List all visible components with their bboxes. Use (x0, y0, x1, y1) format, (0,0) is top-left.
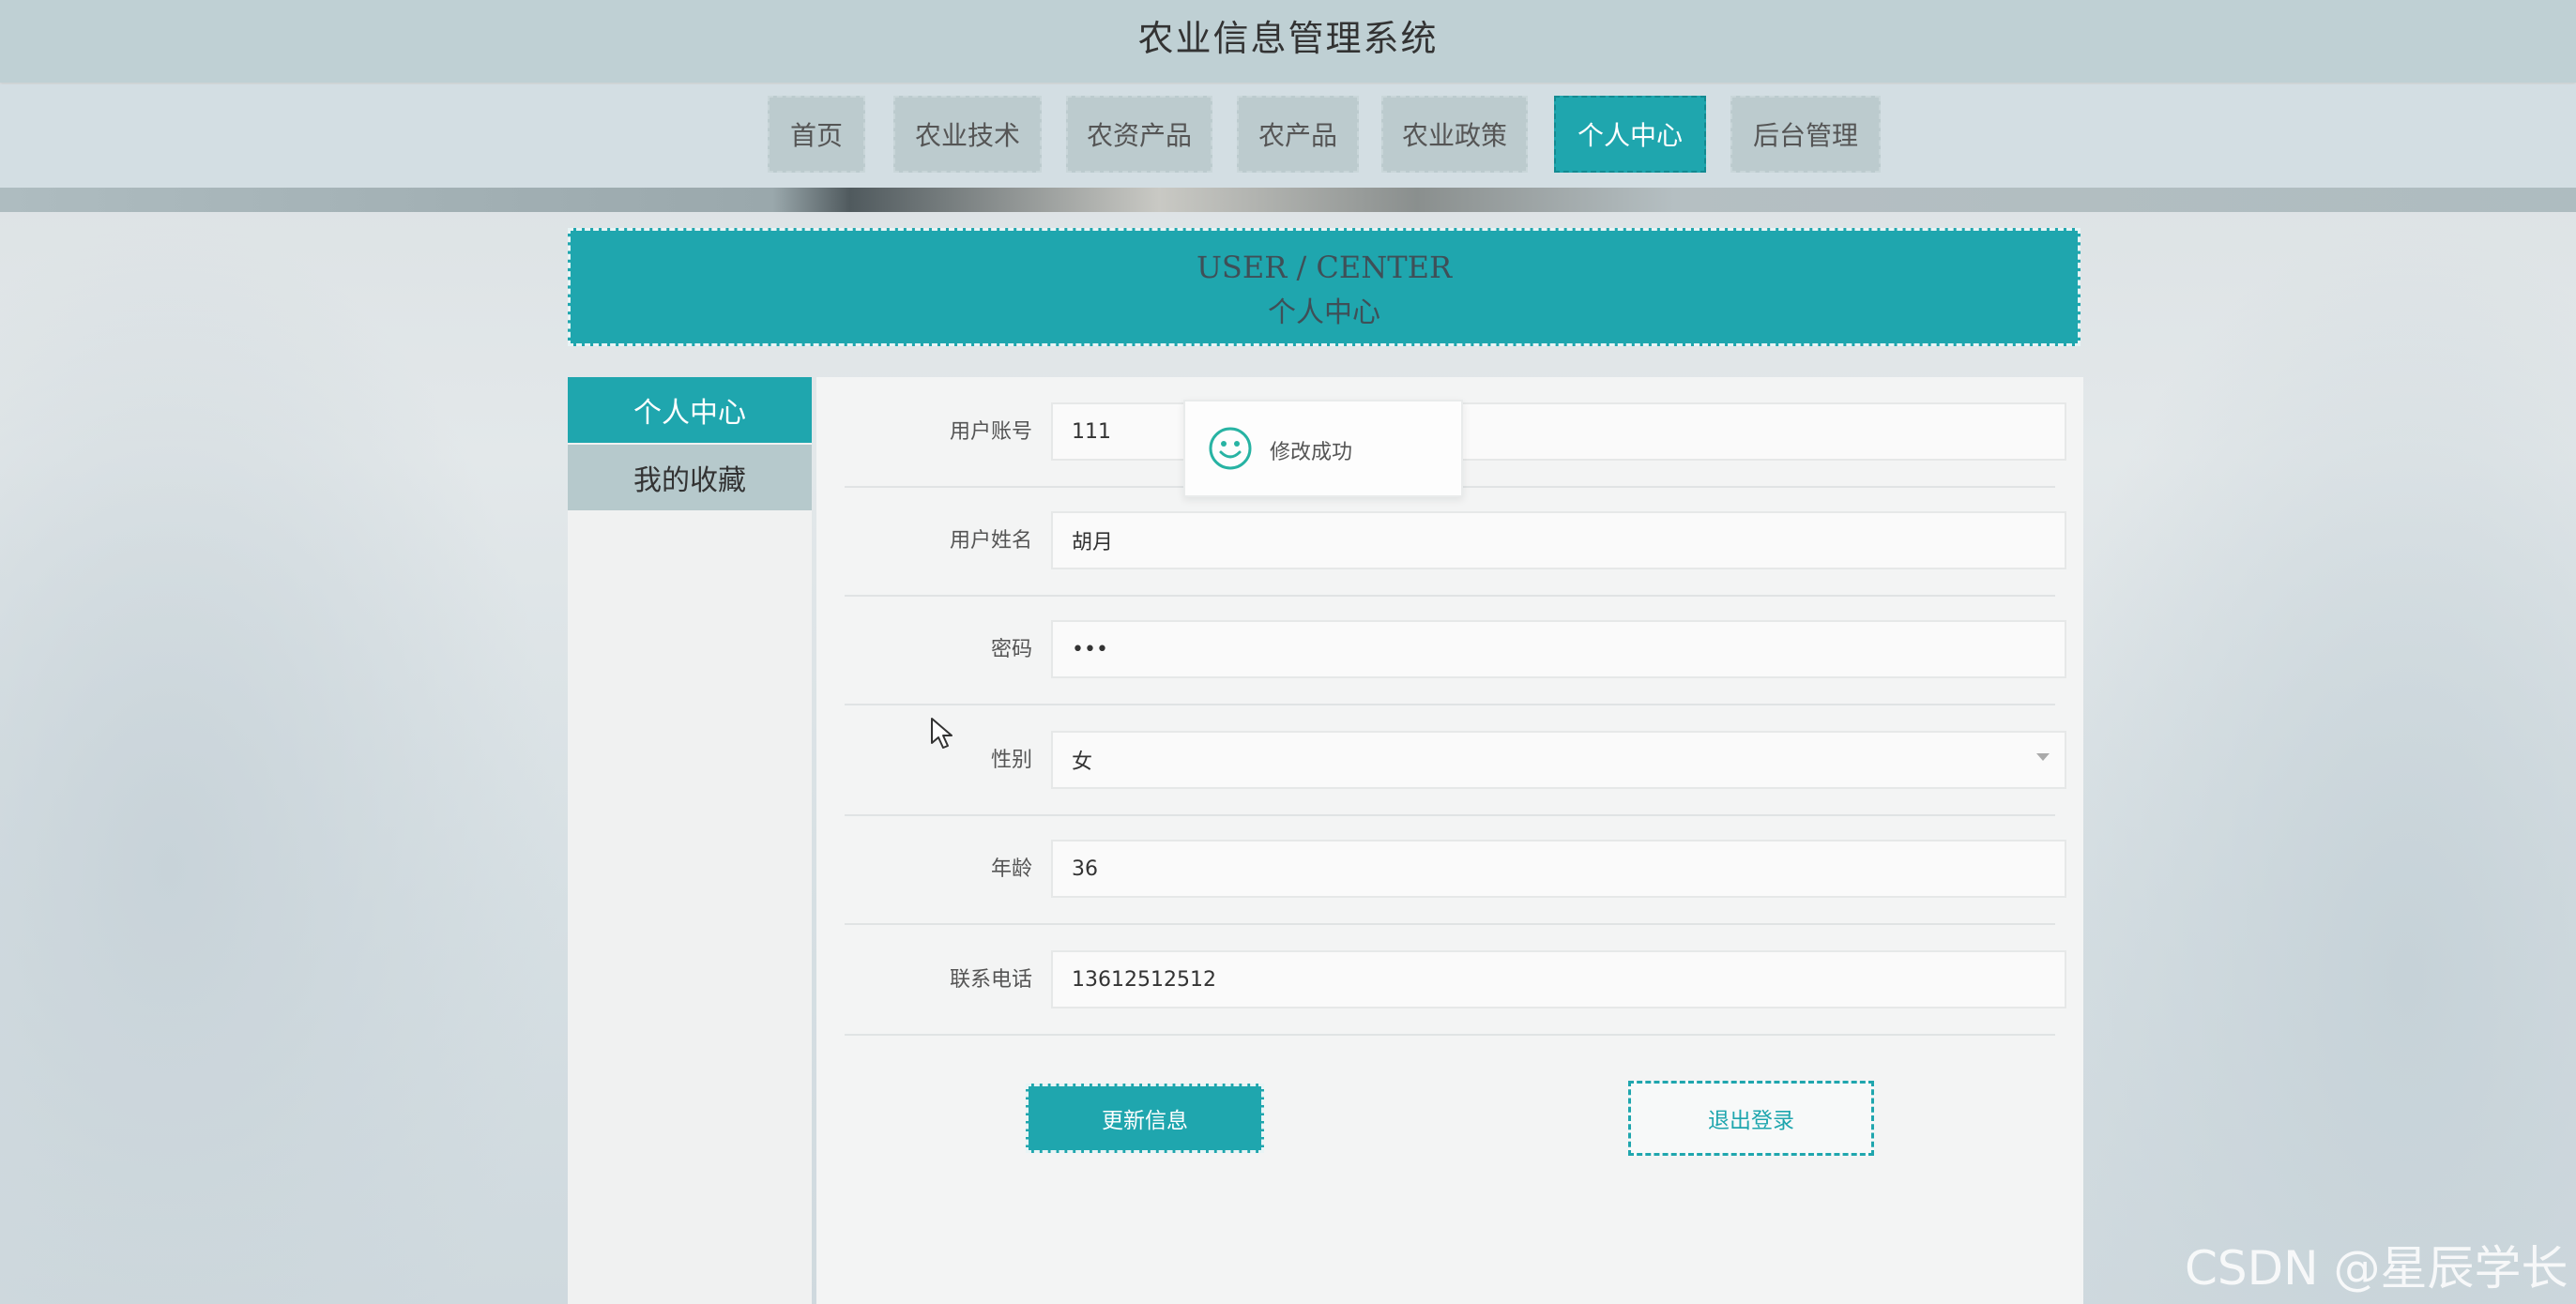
toast-message: 修改成功 (1270, 441, 1353, 464)
password-label: 密码 (990, 638, 1032, 661)
gender-value: 女 (1072, 751, 1093, 774)
nav-bar: 首页 农业技术 农资产品 农产品 农业政策 个人中心 后台管理 (0, 84, 2576, 188)
nav-item-agri-supplies[interactable]: 农资产品 (1066, 96, 1212, 173)
update-info-button[interactable]: 更新信息 (1026, 1084, 1264, 1153)
form-row-name: 用户姓名 胡月 (845, 486, 2066, 597)
name-label: 用户姓名 (949, 529, 1032, 553)
banner-title-cn: 个人中心 (1268, 296, 1380, 329)
success-toast: 修改成功 (1183, 400, 1463, 497)
account-label: 用户账号 (949, 420, 1032, 444)
logout-button[interactable]: 退出登录 (1628, 1081, 1874, 1156)
mouse-cursor-icon (931, 718, 953, 749)
banner-image-strip (0, 188, 2576, 212)
age-label: 年龄 (990, 857, 1032, 881)
nav-item-agri-products[interactable]: 农产品 (1237, 96, 1359, 173)
form-row-password: 密码 ••• (845, 595, 2066, 705)
page-banner: USER / CENTER 个人中心 (568, 228, 2081, 346)
nav-item-agri-tech[interactable]: 农业技术 (893, 96, 1042, 173)
background-right (2013, 216, 2576, 1304)
header: 农业信息管理系统 (0, 0, 2576, 83)
form-row-phone: 联系电话 13612512512 (845, 925, 2066, 1036)
watermark: CSDN @星辰学长 (2185, 1241, 2568, 1296)
gender-select[interactable]: 女 (1051, 731, 2066, 789)
phone-label: 联系电话 (949, 968, 1032, 992)
sidebar-item-favorites[interactable]: 我的收藏 (568, 445, 812, 510)
name-field[interactable]: 胡月 (1051, 511, 2066, 569)
age-field[interactable]: 36 (1051, 840, 2066, 898)
banner-title-en: USER / CENTER (1196, 250, 1453, 285)
password-field[interactable]: ••• (1051, 620, 2066, 678)
profile-form: 用户账号 111 用户姓名 胡月 密码 ••• 性别 女 年龄 36 联系电话 … (816, 377, 2083, 1304)
background-left (0, 216, 563, 1304)
nav-item-agri-policy[interactable]: 农业政策 (1381, 96, 1528, 173)
form-row-gender: 性别 女 (845, 705, 2066, 816)
smile-icon (1209, 427, 1252, 470)
form-row-age: 年龄 36 (845, 814, 2066, 925)
sidebar-item-user-center[interactable]: 个人中心 (568, 377, 812, 443)
nav-item-home[interactable]: 首页 (768, 96, 865, 173)
chevron-down-icon (2036, 753, 2050, 761)
nav-item-admin[interactable]: 后台管理 (1730, 96, 1881, 173)
phone-field[interactable]: 13612512512 (1051, 950, 2066, 1008)
nav-item-user-center[interactable]: 个人中心 (1554, 96, 1706, 173)
site-title: 农业信息管理系统 (1137, 18, 1439, 59)
sidebar: 个人中心 我的收藏 (568, 377, 812, 1304)
